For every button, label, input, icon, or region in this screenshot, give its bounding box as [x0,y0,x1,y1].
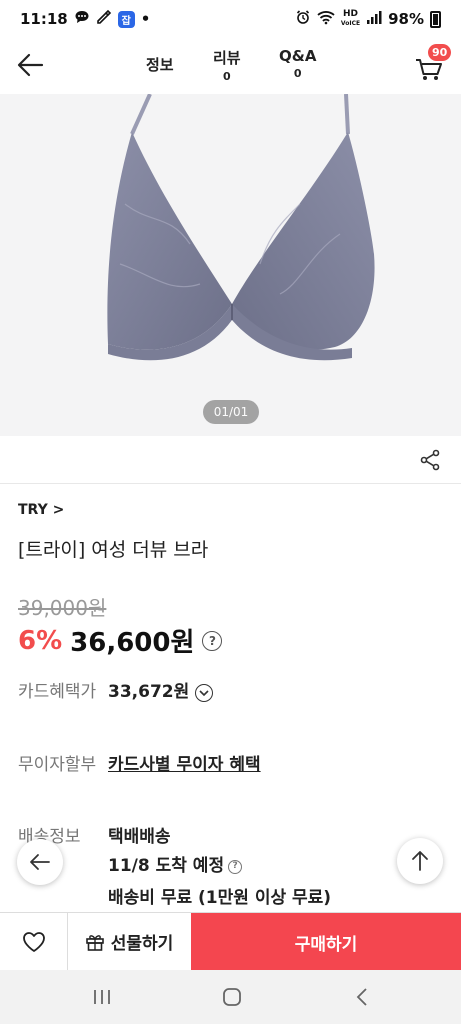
recent-apps-button[interactable] [88,984,116,1010]
home-button[interactable] [218,984,246,1010]
sale-price: 36,600원 [70,628,195,658]
shipping-eta: 11/8 도착 예정 [108,856,225,876]
discount-rate: 6% [18,625,63,656]
cart-count-badge: 90 [428,44,452,61]
system-nav-bar [0,970,461,1024]
share-button[interactable] [418,448,442,472]
tab-review-count: 0 [222,70,231,83]
shipping-eta-row: 11/8 도착 예정 ? [108,854,243,879]
bottom-action-bar: 선물하기 구매하기 [0,912,461,971]
share-icon [420,449,440,471]
gift-icon [85,934,104,951]
eta-help-icon[interactable]: ? [228,859,243,874]
status-bar: 11:18 잡 • HD VoICE 98% [0,0,461,38]
home-icon [223,988,241,1006]
gallery-page-indicator: 01/01 [203,400,259,424]
buy-button[interactable]: 구매하기 [191,913,461,971]
pencil-icon [96,9,112,29]
card-benefit-label: 카드혜택가 [18,682,97,702]
tab-qa[interactable]: Q&A 0 [279,47,316,80]
arrow-up-icon [412,851,428,871]
system-back-button[interactable] [348,984,376,1010]
heart-icon [22,931,45,952]
tab-info[interactable]: 정보 [146,54,174,75]
chevron-left-icon [356,988,367,1006]
chevron-down-icon[interactable] [195,683,214,702]
price-row: 6% 36,600원 ? [18,622,223,659]
tab-qa-count: 0 [293,67,302,80]
chat-icon [74,9,90,29]
floating-back-button[interactable] [17,839,63,885]
product-photo [107,94,375,361]
arrow-left-icon [30,854,50,870]
card-benefit-price: 33,672원 [108,682,190,702]
product-image-gallery[interactable] [0,94,461,436]
like-button[interactable] [0,913,68,970]
card-benefit-value-row: 33,672원 [108,680,214,705]
tab-info-label: 정보 [146,56,174,74]
tab-qa-label: Q&A [279,47,317,65]
arrow-left-icon [17,53,44,77]
shipping-fee: 배송비 무료 (1만원 이상 무료) [108,888,332,908]
alarm-icon [295,9,311,29]
product-header: 정보 리뷰 0 Q&A 0 90 [0,38,461,94]
status-time: 11:18 [20,10,68,28]
shipping-method: 택배배송 [108,827,171,847]
share-row [0,436,461,484]
original-price: 39,000원 [18,596,107,620]
price-help-icon[interactable]: ? [202,630,223,651]
recent-apps-icon [94,990,110,1004]
installment-label: 무이자할부 [18,755,97,775]
installment-link[interactable]: 카드사별 무이자 혜택 [108,753,261,778]
hd-voice-icon: HD VoICE [340,9,361,28]
tab-review[interactable]: 리뷰 0 [213,47,241,83]
scroll-top-button[interactable] [397,838,443,884]
battery-icon [430,10,441,28]
back-button[interactable] [14,50,48,80]
battery-percent: 98% [388,10,424,28]
gift-label: 선물하기 [110,934,174,954]
wifi-icon [317,9,335,29]
tab-review-label: 리뷰 [213,49,241,67]
status-dot: • [140,10,151,28]
gift-button[interactable]: 선물하기 [68,913,190,970]
app-badge-icon: 잡 [117,10,135,28]
product-name: [트라이] 여성 더뷰 브라 [18,539,209,561]
brand-link[interactable]: TRY > [18,502,64,518]
signal-icon [366,9,382,29]
